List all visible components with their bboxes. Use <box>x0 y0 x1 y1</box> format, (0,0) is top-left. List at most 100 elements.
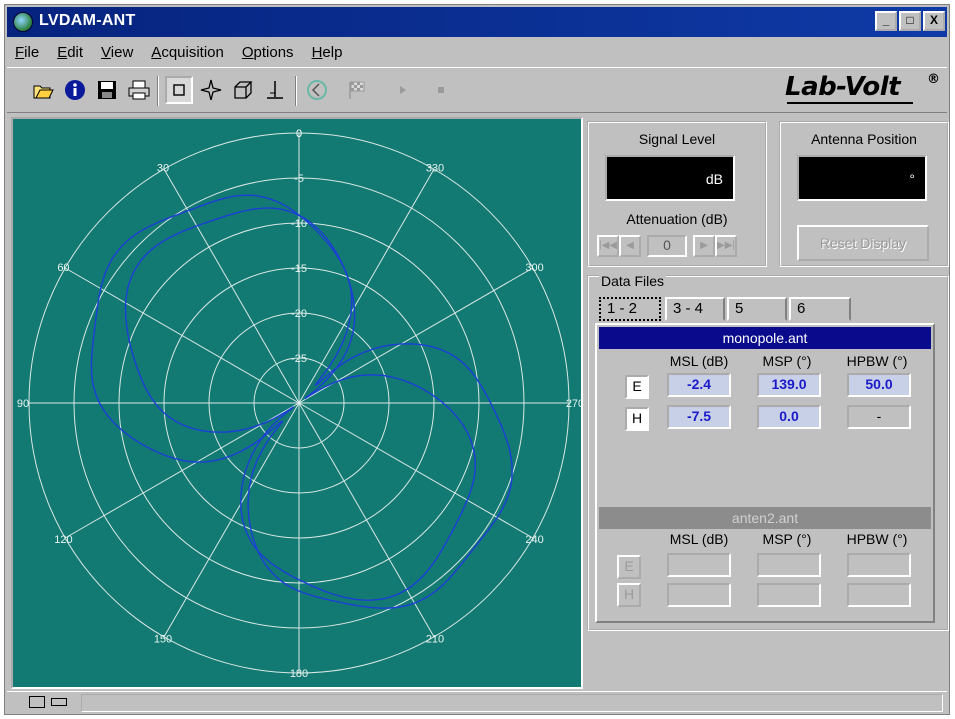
print-icon[interactable] <box>125 76 153 104</box>
tab-3-4[interactable]: 3 - 4 <box>665 297 725 321</box>
antenna-position-panel: Antenna Position ° Reset Display <box>779 121 949 267</box>
ring-label: -15 <box>291 263 307 275</box>
antenna-position-display: ° <box>797 155 927 201</box>
tab-1-2[interactable]: 1 - 2 <box>599 297 661 321</box>
network-icon <box>51 698 67 706</box>
angle-label: 120 <box>54 534 72 546</box>
star-tool-icon[interactable] <box>197 76 225 104</box>
ring-label: -5 <box>294 173 304 185</box>
lab-volt-logo: Lab-Volt ® <box>785 72 940 104</box>
attenuation-last-button[interactable]: ▶▶| <box>715 235 737 257</box>
polar-spoke <box>298 168 435 404</box>
checker-flag-icon[interactable] <box>343 76 371 104</box>
file1-col-msp: MSP (°) <box>762 353 812 369</box>
status-bar <box>7 691 947 713</box>
tab-6[interactable]: 6 <box>789 297 851 321</box>
angle-label: 240 <box>525 534 543 546</box>
polar-spoke <box>298 402 435 638</box>
file2-h-plane-button[interactable]: H <box>617 583 641 607</box>
attenuation-first-button[interactable]: |◀◀ <box>597 235 619 257</box>
antenna-position-title: Antenna Position <box>811 131 917 147</box>
rewind-icon[interactable] <box>303 76 331 104</box>
file1-e-hpbw: 50.0 <box>847 373 911 397</box>
info-icon[interactable] <box>61 76 89 104</box>
file2-e-plane-button[interactable]: E <box>617 555 641 579</box>
file1-h-msp: 0.0 <box>757 405 821 429</box>
signal-level-title: Signal Level <box>638 131 716 147</box>
status-text-field <box>81 694 943 712</box>
file2-col-msp: MSP (°) <box>762 531 812 547</box>
attenuation-prev-button[interactable]: ◀ <box>619 235 641 257</box>
computer-icon <box>29 696 45 708</box>
attenuation-value: 0 <box>647 235 687 257</box>
file1-e-plane-button[interactable]: E <box>625 375 649 399</box>
menu-edit[interactable]: Edit <box>57 44 83 61</box>
data-files-panel: Data Files 1 - 2 3 - 4 5 6 monopole.ant … <box>587 273 949 631</box>
angle-label: 330 <box>426 162 444 174</box>
polar-plot-canvas: 0-5-10-15-20-250306090120150180210240270… <box>17 128 581 680</box>
menu-view[interactable]: View <box>101 44 133 61</box>
signal-level-panel: Signal Level dB Attenuation (dB) |◀◀ ◀ 0… <box>587 121 767 267</box>
angle-label: 150 <box>154 634 172 646</box>
menu-help[interactable]: Help <box>312 44 343 61</box>
data-files-tab-body: monopole.ant MSL (dB) MSP (°) HPBW (°) E… <box>595 323 935 623</box>
file2-e-msp <box>757 553 821 577</box>
open-icon[interactable] <box>29 76 57 104</box>
angle-label: 300 <box>525 262 543 274</box>
polar-spoke <box>163 402 300 638</box>
window-title: LVDAM-ANT <box>39 12 136 29</box>
attenuation-label: Attenuation (dB) <box>626 211 728 227</box>
menu-file[interactable]: File <box>15 44 39 61</box>
app-globe-icon <box>13 12 33 32</box>
signal-level-display: dB <box>605 155 735 201</box>
signal-level-unit: dB <box>705 171 723 187</box>
file1-h-plane-button[interactable]: H <box>625 407 649 431</box>
angle-label: 90 <box>17 398 29 410</box>
minimize-button[interactable]: _ <box>875 11 897 31</box>
file2-e-hpbw <box>847 553 911 577</box>
close-button[interactable]: X <box>923 11 945 31</box>
cube-tool-icon[interactable] <box>229 76 257 104</box>
ring-label: -25 <box>291 353 307 365</box>
file2-col-hpbw: HPBW (°) <box>846 531 908 547</box>
polar-plot[interactable]: 0-5-10-15-20-250306090120150180210240270… <box>11 117 583 689</box>
tab-5[interactable]: 5 <box>727 297 787 321</box>
app-window: LVDAM-ANT _ □ X File Edit View Acquisiti… <box>4 4 950 715</box>
perpendicular-icon[interactable] <box>261 76 289 104</box>
file1-name: monopole.ant <box>599 327 931 349</box>
menu-options[interactable]: Options <box>242 44 294 61</box>
stop-icon[interactable] <box>427 76 455 104</box>
file2-col-msl: MSL (dB) <box>669 531 729 547</box>
file2-h-msp <box>757 583 821 607</box>
file2-h-msl <box>667 583 731 607</box>
angle-label: 30 <box>157 162 169 174</box>
angle-label: 0 <box>296 128 302 140</box>
ring-label: -20 <box>291 308 307 320</box>
file2-e-msl <box>667 553 731 577</box>
file2-name: anten2.ant <box>599 507 931 529</box>
polar-spoke <box>163 168 300 404</box>
angle-label: 210 <box>426 634 444 646</box>
save-icon[interactable] <box>93 76 121 104</box>
menu-acquisition[interactable]: Acquisition <box>151 44 224 61</box>
rectangle-tool-icon[interactable] <box>165 76 193 104</box>
file1-col-hpbw: HPBW (°) <box>846 353 908 369</box>
angle-label: 60 <box>57 262 69 274</box>
reset-display-button[interactable]: Reset Display <box>797 225 929 261</box>
file1-h-hpbw: - <box>847 405 911 429</box>
title-bar[interactable]: LVDAM-ANT _ □ X <box>7 7 947 37</box>
antenna-position-unit: ° <box>909 171 915 187</box>
maximize-button[interactable]: □ <box>899 11 921 31</box>
file1-h-msl: -7.5 <box>667 405 731 429</box>
data-files-title: Data Files <box>599 273 667 289</box>
play-icon[interactable] <box>389 76 417 104</box>
file1-e-msl: -2.4 <box>667 373 731 397</box>
file2-h-hpbw <box>847 583 911 607</box>
file1-col-msl: MSL (dB) <box>669 353 729 369</box>
file1-e-msp: 139.0 <box>757 373 821 397</box>
toolbar: Lab-Volt ® <box>7 67 947 113</box>
menu-bar: File Edit View Acquisition Options Help <box>7 39 947 65</box>
angle-label: 270 <box>566 398 581 410</box>
angle-label: 180 <box>290 668 308 680</box>
attenuation-next-button[interactable]: ▶ <box>693 235 715 257</box>
